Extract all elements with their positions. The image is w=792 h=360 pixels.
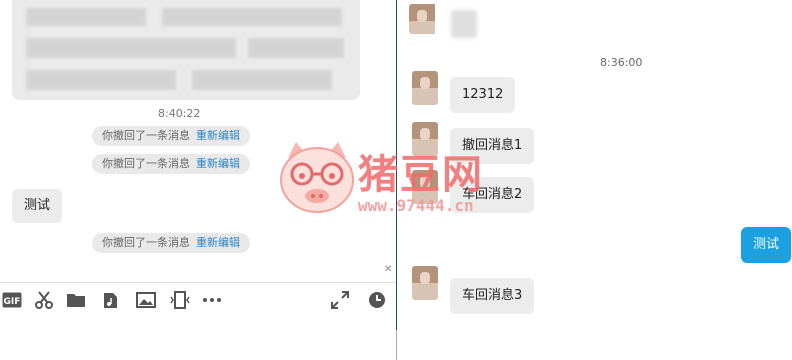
recall-notice-text: 你撤回了一条消息	[102, 157, 190, 170]
watermark-url: www.97444.cn	[358, 196, 474, 215]
recall-notice: 你撤回了一条消息 重新编辑	[92, 154, 250, 174]
gif-icon[interactable]: GIF	[2, 290, 22, 310]
re-edit-link[interactable]: 重新编辑	[196, 157, 240, 170]
avatar[interactable]	[412, 71, 438, 105]
recall-notice-text: 你撤回了一条消息	[102, 129, 190, 142]
incoming-message-bubble[interactable]: 12312	[450, 77, 516, 113]
recall-notice-text: 你撤回了一条消息	[102, 236, 190, 249]
incoming-message-bubble[interactable]: 车回消息3	[450, 278, 535, 314]
folder-icon[interactable]	[66, 290, 86, 310]
site-watermark: 猪豆网 www.97444.cn	[276, 132, 526, 222]
scissors-icon[interactable]	[34, 290, 54, 310]
screen-share-icon[interactable]	[170, 290, 190, 310]
re-edit-link[interactable]: 重新编辑	[196, 236, 240, 249]
blurred-message-card	[12, 0, 360, 100]
recall-notice: 你撤回了一条消息 重新编辑	[92, 126, 250, 146]
gif-label: GIF	[4, 297, 21, 307]
expand-icon[interactable]	[330, 290, 350, 310]
scroll-down-icon[interactable]: ✕	[384, 264, 392, 275]
watermark-brand: 猪豆网	[358, 152, 484, 198]
re-edit-link[interactable]: 重新编辑	[196, 129, 240, 142]
image-icon[interactable]	[136, 290, 156, 310]
more-icon[interactable]	[202, 290, 222, 310]
message-timestamp: 8:40:22	[158, 107, 201, 120]
recall-notice: 你撤回了一条消息 重新编辑	[92, 233, 250, 253]
toolbar-divider	[0, 282, 396, 283]
pig-logo-icon	[280, 142, 354, 213]
music-file-icon[interactable]	[100, 290, 120, 310]
avatar[interactable]	[409, 4, 441, 34]
history-clock-icon[interactable]	[367, 290, 387, 310]
blurred-contact-name	[451, 10, 477, 38]
incoming-message-bubble[interactable]: 测试	[12, 189, 63, 223]
outgoing-message-bubble[interactable]: 测试	[741, 227, 792, 263]
avatar[interactable]	[412, 266, 438, 300]
message-timestamp: 8:36:00	[600, 56, 643, 69]
